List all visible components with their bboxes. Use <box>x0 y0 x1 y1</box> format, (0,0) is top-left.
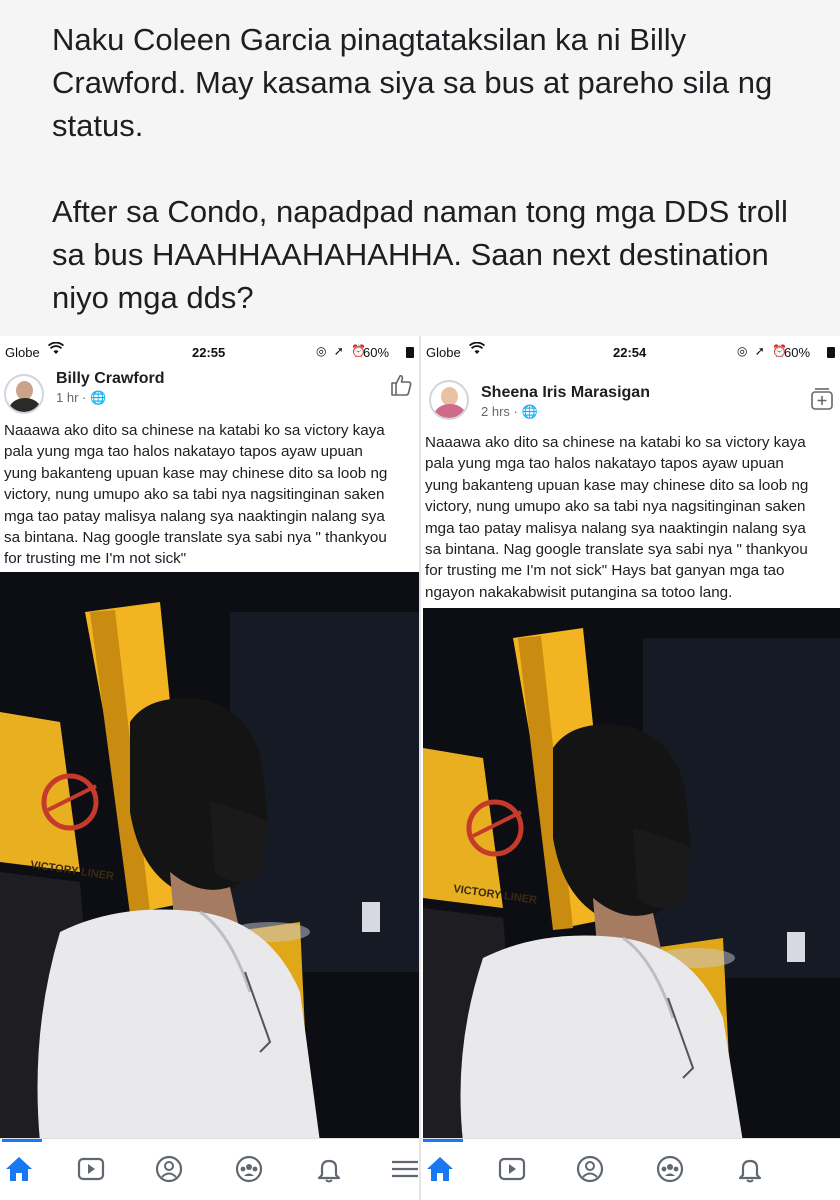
battery-percent: 60% <box>363 345 390 360</box>
post-header: Naku Coleen Garcia pinagtataksilan ka ni… <box>0 0 840 336</box>
bottom-tab-bar <box>0 1138 419 1200</box>
home-icon[interactable] <box>423 1139 463 1187</box>
battery-icon <box>406 347 414 358</box>
profile-icon[interactable] <box>573 1153 613 1187</box>
clock-label: 22:54 <box>613 345 647 360</box>
carrier-label: Globe <box>426 345 461 360</box>
video-icon[interactable] <box>74 1153 114 1187</box>
wifi-icon <box>468 341 486 359</box>
post-timestamp: 2 hrs · 🌐 <box>481 404 538 419</box>
post-body: Naaawa ako dito sa chinese na katabi ko … <box>4 422 388 568</box>
post-photo[interactable]: VICTORY LINER <box>0 572 419 1142</box>
author-name[interactable]: Sheena Iris Marasigan <box>481 384 650 402</box>
menu-icon[interactable] <box>388 1153 419 1187</box>
status-icons: ◎ ➚ ⏰ <box>737 344 790 358</box>
post-caption: Naku Coleen Garcia pinagtataksilan ka ni… <box>52 22 788 315</box>
screenshot-sheena-marasigan: Globe 22:54 ◎ ➚ ⏰ 60% Sheena Iris Marasi… <box>421 336 840 1200</box>
home-icon[interactable] <box>2 1139 42 1187</box>
groups-icon[interactable] <box>653 1153 693 1187</box>
groups-icon[interactable] <box>232 1153 272 1187</box>
battery-percent: 60% <box>784 345 811 360</box>
thumbs-up-icon[interactable] <box>388 372 414 403</box>
meme-post: Naku Coleen Garcia pinagtataksilan ka ni… <box>0 0 840 1200</box>
avatar[interactable] <box>4 374 44 414</box>
status-bar: Globe 22:54 ◎ ➚ ⏰ 60% <box>421 336 840 370</box>
status-bar: Globe 22:55 ◎ ➚ ⏰ 60% <box>0 336 419 370</box>
notifications-icon[interactable] <box>733 1153 773 1187</box>
carrier-label: Globe <box>5 345 40 360</box>
screenshot-billy-crawford: Globe 22:55 ◎ ➚ ⏰ 60% Billy Crawford 1 h… <box>0 336 419 1200</box>
post-timestamp: 1 hr · 🌐 <box>56 390 107 405</box>
bottom-tab-bar <box>421 1138 840 1200</box>
battery-icon <box>827 347 835 358</box>
clock-label: 22:55 <box>192 345 226 360</box>
bus-passenger-photo: VICTORY LINER <box>0 572 419 1142</box>
post-photo[interactable]: VICTORY LINER <box>423 608 840 1142</box>
add-to-list-icon[interactable] <box>809 386 835 417</box>
author-name[interactable]: Billy Crawford <box>56 370 164 388</box>
bus-passenger-photo: VICTORY LINER <box>423 608 840 1142</box>
notifications-icon[interactable] <box>312 1153 352 1187</box>
avatar[interactable] <box>429 380 469 420</box>
status-icons: ◎ ➚ ⏰ <box>316 344 369 358</box>
post-body: Naaawa ako dito sa chinese na katabi ko … <box>425 434 809 601</box>
profile-icon[interactable] <box>152 1153 192 1187</box>
video-icon[interactable] <box>495 1153 535 1187</box>
wifi-icon <box>47 341 65 359</box>
